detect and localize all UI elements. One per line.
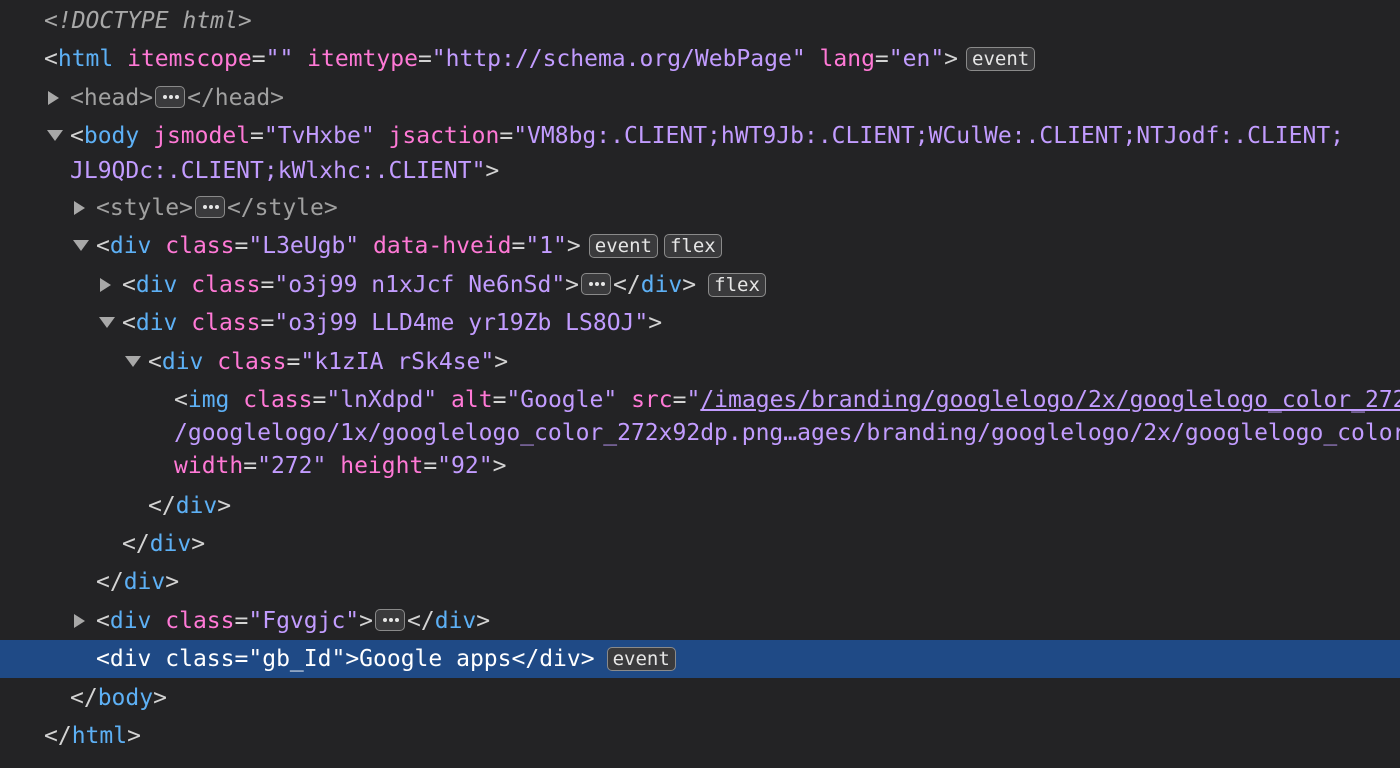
attr-name: class xyxy=(165,646,235,672)
tag-name: div xyxy=(434,608,477,634)
attr-name: height xyxy=(340,453,424,479)
node-body-continuation[interactable]: JL9QDc:.CLIENT;kWlxhc:.CLIENT"> xyxy=(0,155,1400,187)
node-img-continuation-2[interactable]: width="272" height="92"> xyxy=(0,450,1400,482)
style-close: </style> xyxy=(226,195,338,221)
node-style[interactable]: <style> </style> xyxy=(0,189,1400,227)
tag-name: div xyxy=(123,569,166,595)
node-img[interactable]: <img class="lnXdpd" alt="Google" src="/i… xyxy=(0,381,1400,419)
attr-value: /googlelogo/1x/googlelogo_color_272x92dp… xyxy=(174,420,1400,446)
head-open: <head> xyxy=(70,85,154,111)
collapse-triangle-icon[interactable] xyxy=(44,117,70,155)
text-node: Google apps xyxy=(359,646,512,672)
head-close: </head> xyxy=(187,85,285,111)
node-close-div-k1zia[interactable]: </div> xyxy=(0,487,1400,525)
node-div-o3j99-lld4me[interactable]: <div class="o3j99 LLD4me yr19Zb LS8OJ"> xyxy=(0,304,1400,342)
attr-value: "k1zIA rSk4se" xyxy=(300,349,495,375)
attr-name: class xyxy=(165,233,235,259)
attr-name: class xyxy=(217,349,287,375)
attr-name: width xyxy=(174,453,244,479)
attr-name: itemtype xyxy=(307,46,418,72)
tag-name: html xyxy=(71,723,128,749)
tag-name: div xyxy=(175,493,218,519)
flex-badge[interactable]: flex xyxy=(708,273,766,297)
tag-name: div xyxy=(161,349,204,375)
tag-name: img xyxy=(187,387,230,413)
tag-name: div xyxy=(109,608,152,634)
style-open: <style> xyxy=(96,195,193,221)
attr-name: class xyxy=(243,387,313,413)
collapse-triangle-icon[interactable] xyxy=(70,227,96,265)
node-doctype[interactable]: <!DOCTYPE html> xyxy=(0,2,1400,40)
attr-value: "272" xyxy=(257,453,327,479)
attr-name: class xyxy=(165,608,235,634)
collapse-triangle-icon[interactable] xyxy=(96,304,122,342)
tag-name: body xyxy=(97,685,154,711)
node-div-l3eugb[interactable]: <div class="L3eUgb" data-hveid="1"> event… xyxy=(0,227,1400,265)
node-head[interactable]: <head> </head> xyxy=(0,79,1400,117)
node-close-body[interactable]: </body> xyxy=(0,679,1400,717)
node-div-gb-id-selected[interactable]: <div class="gb_Id">Google apps</div> even… xyxy=(0,640,1400,678)
node-img-continuation[interactable]: /googlelogo/1x/googlelogo_color_272x92dp… xyxy=(0,417,1400,449)
node-div-fgvgjc[interactable]: <div class="Fgvgjc"> </div> xyxy=(0,602,1400,640)
event-badge[interactable]: event xyxy=(606,647,676,671)
ellipsis-icon[interactable] xyxy=(375,609,406,631)
node-close-html[interactable]: </html> xyxy=(0,717,1400,755)
node-close-div-l3eugb[interactable]: </div> xyxy=(0,563,1400,601)
attr-value: "gb_Id" xyxy=(248,646,346,672)
node-html[interactable]: <html itemscope="" itemtype="http://sche… xyxy=(0,40,1400,78)
expand-triangle-icon[interactable] xyxy=(70,602,96,640)
tag-name: div xyxy=(135,272,178,298)
tag-name: html xyxy=(57,46,114,72)
collapse-triangle-icon[interactable] xyxy=(122,343,148,381)
event-badge[interactable]: event xyxy=(966,47,1036,71)
ellipsis-icon[interactable] xyxy=(194,196,225,218)
doctype-text: <!DOCTYPE html> xyxy=(44,8,252,34)
attr-value: "o3j99 n1xJcf Ne6nSd" xyxy=(274,272,566,298)
dom-tree-panel[interactable]: <!DOCTYPE html> <html itemscope="" itemt… xyxy=(0,0,1400,768)
node-div-k1zia[interactable]: <div class="k1zIA rSk4se"> xyxy=(0,343,1400,381)
attr-value: "" xyxy=(265,46,294,72)
src-link[interactable]: /images/branding/googlelogo/2x/googlelog… xyxy=(700,387,1400,413)
tag-name: div xyxy=(539,646,581,672)
attr-name: class xyxy=(191,272,261,298)
attr-value: "o3j99 LLD4me yr19Zb LS8OJ" xyxy=(274,310,649,336)
attr-value: "lnXdpd" xyxy=(326,387,438,413)
attr-value: "http://schema.org/WebPage" xyxy=(431,46,806,72)
node-close-div-o3j99[interactable]: </div> xyxy=(0,525,1400,563)
expand-triangle-icon[interactable] xyxy=(70,189,96,227)
tag-name: div xyxy=(109,646,152,672)
ellipsis-icon[interactable] xyxy=(581,273,612,295)
tag-name: div xyxy=(109,233,152,259)
attr-value: "92" xyxy=(437,453,493,479)
attr-name: class xyxy=(191,310,261,336)
tag-name: body xyxy=(83,123,140,149)
attr-name: data-hveid xyxy=(373,233,512,259)
node-div-o3j99-n1xjcf[interactable]: <div class="o3j99 n1xJcf Ne6nSd"> </div> f… xyxy=(0,266,1400,304)
ellipsis-icon[interactable] xyxy=(155,86,186,108)
attr-value: "VM8bg:.CLIENT;hWT9Jb:.CLIENT;WCulWe:.CL… xyxy=(513,123,1345,149)
expand-triangle-icon[interactable] xyxy=(96,266,122,304)
attr-name: jsmodel xyxy=(153,123,251,149)
attr-value: "1" xyxy=(525,233,567,259)
attr-name: lang xyxy=(819,46,875,72)
tag-name: div xyxy=(149,531,192,557)
tag-name: div xyxy=(640,272,683,298)
attr-value: "en" xyxy=(888,46,945,72)
attr-name: jsaction xyxy=(388,123,500,149)
tag-name: div xyxy=(135,310,178,336)
attr-value: "L3eUgb" xyxy=(248,233,360,259)
expand-triangle-icon[interactable] xyxy=(44,79,70,117)
attr-value: "TvHxbe" xyxy=(263,123,375,149)
attr-value: "Google" xyxy=(506,387,618,413)
attr-name: alt xyxy=(451,387,493,413)
attr-value: "Fgvgjc" xyxy=(248,608,360,634)
attr-name: src xyxy=(631,387,673,413)
attr-value: JL9QDc:.CLIENT;kWlxhc:.CLIENT" xyxy=(70,158,486,184)
attr-name: itemscope xyxy=(127,46,252,72)
flex-badge[interactable]: flex xyxy=(663,234,722,258)
event-badge[interactable]: event xyxy=(588,234,658,258)
node-body[interactable]: <body jsmodel="TvHxbe" jsaction="VM8bg:.… xyxy=(0,117,1400,155)
